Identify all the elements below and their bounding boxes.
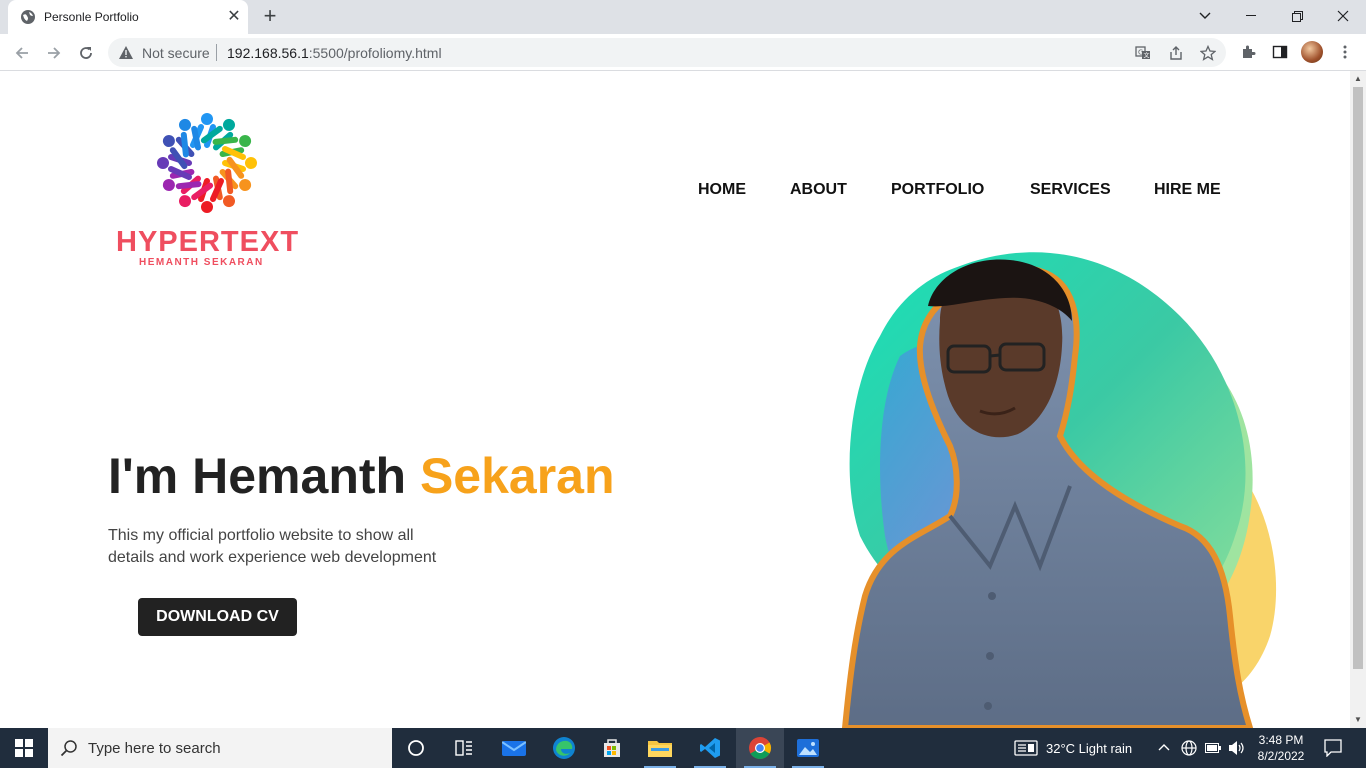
- notifications-icon[interactable]: [1324, 739, 1342, 757]
- weather-icon[interactable]: [1014, 740, 1038, 756]
- new-tab-icon[interactable]: +: [258, 5, 282, 29]
- download-cv-button[interactable]: DOWNLOAD CV: [138, 598, 297, 636]
- bookmark-star-icon[interactable]: [1198, 43, 1218, 63]
- widgets-icon[interactable]: [440, 728, 488, 768]
- browser-tab[interactable]: Personle Portfolio ✕: [8, 0, 248, 34]
- svg-text:文: 文: [1144, 52, 1150, 60]
- nav-home[interactable]: HOME: [698, 181, 746, 199]
- url-text[interactable]: 192.168.56.1:5500/profoliomy.html: [227, 45, 442, 61]
- battery-icon[interactable]: [1205, 742, 1221, 754]
- photos-icon[interactable]: [784, 728, 832, 768]
- search-placeholder: Type here to search: [88, 740, 221, 757]
- vscode-icon[interactable]: [686, 728, 734, 768]
- hero-description: This my official portfolio website to sh…: [108, 527, 437, 566]
- tab-search-icon[interactable]: [1182, 0, 1228, 32]
- chrome-icon[interactable]: [736, 728, 784, 768]
- network-globe-icon[interactable]: [1181, 740, 1197, 756]
- clock-time: 3:48 PM: [1258, 733, 1304, 747]
- page-viewport: HYPERTEXT HEMANTH SEKARAN HOME ABOUT POR…: [0, 71, 1350, 728]
- windows-start-icon[interactable]: [0, 728, 48, 768]
- page-scrollbar[interactable]: ▲ ▼: [1350, 71, 1366, 728]
- restore-icon[interactable]: [1274, 0, 1320, 32]
- profile-avatar[interactable]: [1301, 41, 1323, 63]
- mail-icon[interactable]: [490, 728, 538, 768]
- forward-icon[interactable]: [40, 39, 68, 67]
- brand-subtitle: HEMANTH SEKARAN: [139, 257, 264, 268]
- nav-hire-me[interactable]: HIRE ME: [1154, 181, 1221, 199]
- scroll-thumb[interactable]: [1353, 87, 1363, 669]
- address-bar[interactable]: Not secure 192.168.56.1:5500/profoliomy.…: [108, 38, 1226, 67]
- tray-overflow-chevron-icon[interactable]: [1158, 743, 1170, 751]
- back-icon[interactable]: [8, 39, 36, 67]
- nav-services[interactable]: SERVICES: [1030, 181, 1111, 199]
- browser-toolbar: Not secure 192.168.56.1:5500/profoliomy.…: [0, 34, 1366, 71]
- hero-portrait-image: [841, 252, 1277, 728]
- warning-icon: [119, 46, 133, 59]
- windows-taskbar: Type here to search 32°C Light rain 3:48…: [0, 728, 1366, 768]
- taskbar-search-input[interactable]: Type here to search: [48, 728, 392, 768]
- translate-icon[interactable]: G文: [1133, 43, 1153, 63]
- security-label[interactable]: Not secure: [142, 45, 210, 61]
- taskbar-clock[interactable]: 3:48 PM 8/2/2022: [1250, 732, 1312, 764]
- store-icon[interactable]: [588, 728, 636, 768]
- share-icon[interactable]: [1166, 43, 1186, 63]
- edge-icon[interactable]: [540, 728, 588, 768]
- reload-icon[interactable]: [72, 39, 100, 67]
- side-panel-icon[interactable]: [1268, 40, 1292, 64]
- nav-about[interactable]: ABOUT: [790, 181, 847, 199]
- globe-icon: [21, 10, 35, 24]
- weather-text[interactable]: 32°C Light rain: [1046, 741, 1132, 756]
- brand-name[interactable]: HYPERTEXT: [116, 226, 299, 259]
- tab-strip: Personle Portfolio ✕ +: [0, 0, 1366, 34]
- file-explorer-icon[interactable]: [636, 728, 684, 768]
- tab-close-icon[interactable]: ✕: [224, 7, 244, 27]
- omnibox-divider: [216, 44, 217, 61]
- extensions-icon[interactable]: [1236, 40, 1260, 64]
- nav-portfolio[interactable]: PORTFOLIO: [891, 181, 984, 199]
- clock-date: 8/2/2022: [1257, 749, 1305, 763]
- hero-heading-accent: Sekaran: [419, 448, 615, 504]
- close-window-icon[interactable]: [1320, 0, 1366, 32]
- menu-kebab-icon[interactable]: [1333, 40, 1357, 64]
- scroll-up-icon[interactable]: ▲: [1354, 75, 1362, 83]
- search-icon: [60, 740, 77, 757]
- minimize-icon[interactable]: [1228, 0, 1274, 32]
- tab-title: Personle Portfolio: [44, 10, 139, 24]
- task-view-icon[interactable]: [392, 728, 440, 768]
- scroll-down-icon[interactable]: ▼: [1354, 716, 1362, 724]
- volume-icon[interactable]: [1228, 740, 1246, 756]
- hero-heading: I'm Hemanth Sekaran: [108, 448, 615, 504]
